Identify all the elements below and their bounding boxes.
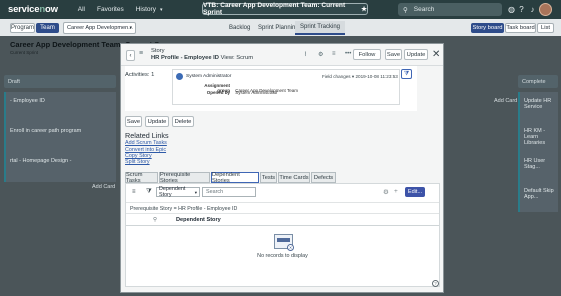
activity-filter-button[interactable]: ⧩	[401, 69, 412, 79]
story-card[interactable]: Default Skip App...	[518, 182, 558, 212]
team-toggle[interactable]: Team	[36, 23, 59, 33]
user-avatar[interactable]	[539, 3, 552, 16]
story-board-button[interactable]: Story board	[471, 23, 504, 33]
follow-button[interactable]: Follow	[353, 49, 381, 60]
global-search-placeholder: Search	[413, 6, 435, 13]
add-icon[interactable]: +	[394, 188, 398, 195]
list-view-button[interactable]: List	[537, 23, 554, 33]
modal-header: ‹ ≡ Story HR Profile - Employee ID View:…	[121, 44, 443, 66]
back-button[interactable]: ‹	[126, 50, 135, 61]
form-save-button[interactable]: Save	[125, 116, 142, 127]
nav-all[interactable]: All	[78, 6, 85, 13]
team-select-value: Career App Developmen...	[67, 25, 133, 31]
attachment-icon[interactable]: ⌇	[304, 51, 307, 58]
tab-defects[interactable]: Defects	[311, 172, 336, 183]
help-icon[interactable]: ?	[516, 4, 527, 15]
story-modal: ‹ ≡ Story HR Profile - Employee ID View:…	[120, 43, 444, 293]
add-card-link[interactable]: Add Card	[494, 98, 517, 104]
activities-count-label: Activities: 1	[125, 72, 155, 78]
save-button[interactable]: Save	[385, 49, 402, 60]
related-list-panel: ≡ ⧩ Dependent Story ▾ Search ⚙ + Edit...…	[125, 183, 440, 287]
gear-icon[interactable]: ⚙	[383, 188, 389, 196]
form-delete-button[interactable]: Delete	[172, 116, 194, 127]
activity-stream: Activities: 1 System Administrator Field…	[125, 66, 417, 111]
close-icon[interactable]: ✕	[432, 49, 440, 60]
list-header-row: ⚲ Dependent Story	[126, 215, 439, 226]
chevron-down-icon: ▾	[194, 190, 197, 195]
funnel-icon[interactable]: ⧩	[146, 188, 152, 196]
search-field-value: Dependent Story	[159, 186, 186, 198]
tab-scrum-tasks[interactable]: Scrum Tasks	[125, 172, 158, 184]
edit-button[interactable]: Edit...	[405, 187, 425, 197]
activity-field-value: System Administrator	[235, 90, 278, 95]
story-card[interactable]: Enroll in career path program	[4, 122, 116, 152]
star-icon[interactable]: ★	[361, 5, 367, 13]
form-record-title: HR Profile - Employee ID View: Scrum	[151, 55, 253, 61]
update-button[interactable]: Update	[404, 49, 428, 60]
list-menu-icon[interactable]: ≡	[132, 189, 136, 195]
form-type-label: Story	[151, 48, 165, 54]
add-card-link[interactable]: Add Card	[92, 184, 115, 190]
global-search[interactable]: ⚲ Search	[398, 3, 502, 16]
tab-dependent-stories[interactable]: Dependent Stories	[211, 172, 259, 184]
workspace-title-text: VTB: Career App Development Team: Curren…	[203, 2, 346, 16]
tab-time-cards[interactable]: Time Cards	[278, 172, 310, 183]
nav-history[interactable]: History	[136, 6, 156, 13]
activity-icon[interactable]: ⚙	[318, 51, 323, 58]
nav-favorites[interactable]: Favorites	[97, 6, 124, 13]
column-header-draft: Draft	[4, 75, 116, 88]
tab-sprint-planning[interactable]: Sprint Planning	[258, 25, 299, 31]
story-card[interactable]: Update HR Service	[518, 92, 558, 122]
empty-list-message: No records to display	[257, 253, 308, 259]
chevron-down-icon: ▾	[129, 25, 132, 31]
program-toggle[interactable]: Program	[10, 23, 35, 33]
related-links-title: Related Links	[125, 131, 169, 140]
tab-sprint-tracking[interactable]: Sprint Tracking	[295, 21, 346, 35]
column-header-dependent-story[interactable]: Dependent Story	[176, 217, 221, 223]
story-card[interactable]: HR User Stag...	[518, 152, 558, 182]
column-search-icon[interactable]: ⚲	[153, 217, 157, 223]
related-link-split-story[interactable]: Split Story	[125, 159, 150, 165]
more-options-icon[interactable]: ≡	[332, 51, 336, 57]
related-link-add-scrum-tasks[interactable]: Add Scrum Tasks	[125, 140, 167, 146]
column-header-complete: Complete	[518, 75, 558, 88]
empty-records-icon: ✕	[274, 234, 294, 251]
activity-entry: System Administrator Field changes ▾ 201…	[172, 69, 400, 105]
activity-meta: Field changes ▾ 2019-10-08 11:23:53	[322, 74, 398, 80]
activity-user: System Administrator	[186, 74, 232, 79]
bell-icon[interactable]: ♪	[527, 4, 538, 15]
view-label: View: Scrum	[220, 55, 254, 61]
funnel-icon: ⧩	[403, 70, 410, 77]
search-field-select[interactable]: Dependent Story ▾	[156, 186, 200, 198]
team-select[interactable]: Career App Developmen... ▾	[63, 22, 136, 34]
chevron-down-icon[interactable]: ▾	[352, 74, 354, 79]
nav-history-chevron-icon[interactable]: ▾	[160, 7, 163, 13]
activity-timestamp: 2019-10-08 11:23:53	[355, 74, 398, 79]
breadcrumb[interactable]: Prerequisite Story = HR Profile - Employ…	[126, 202, 439, 214]
user-avatar-icon	[176, 73, 183, 80]
hamburger-icon[interactable]: ≡	[139, 50, 143, 57]
more-icon[interactable]: •••	[345, 51, 351, 57]
activity-field-row: Opened by System Administrator	[192, 90, 392, 95]
form-update-button[interactable]: Update	[145, 116, 169, 127]
story-card[interactable]: HR KM - Learn Libraries	[518, 122, 558, 152]
story-card[interactable]: - Employee ID	[4, 92, 116, 122]
tab-tests[interactable]: Tests	[260, 172, 277, 183]
list-search-input[interactable]: Search	[202, 187, 256, 197]
help-icon[interactable]: ?	[432, 280, 439, 287]
search-icon: ⚲	[403, 6, 408, 14]
board-subtitle: Current Sprint	[10, 50, 39, 55]
servicenow-logo[interactable]: servicenow	[8, 4, 58, 15]
tab-prerequisite-stories[interactable]: Prerequisite Stories	[159, 172, 210, 184]
story-card[interactable]: rtal - Homepage Design -	[4, 152, 116, 182]
task-board-button[interactable]: Task board	[505, 23, 536, 33]
activity-type: Field changes	[322, 74, 351, 79]
tab-backlog[interactable]: Backlog	[229, 25, 250, 31]
workspace-title[interactable]: VTB: Career App Development Team: Curren…	[202, 2, 368, 16]
activity-field-key: Opened by	[206, 90, 230, 95]
record-name: HR Profile - Employee ID	[151, 55, 219, 61]
